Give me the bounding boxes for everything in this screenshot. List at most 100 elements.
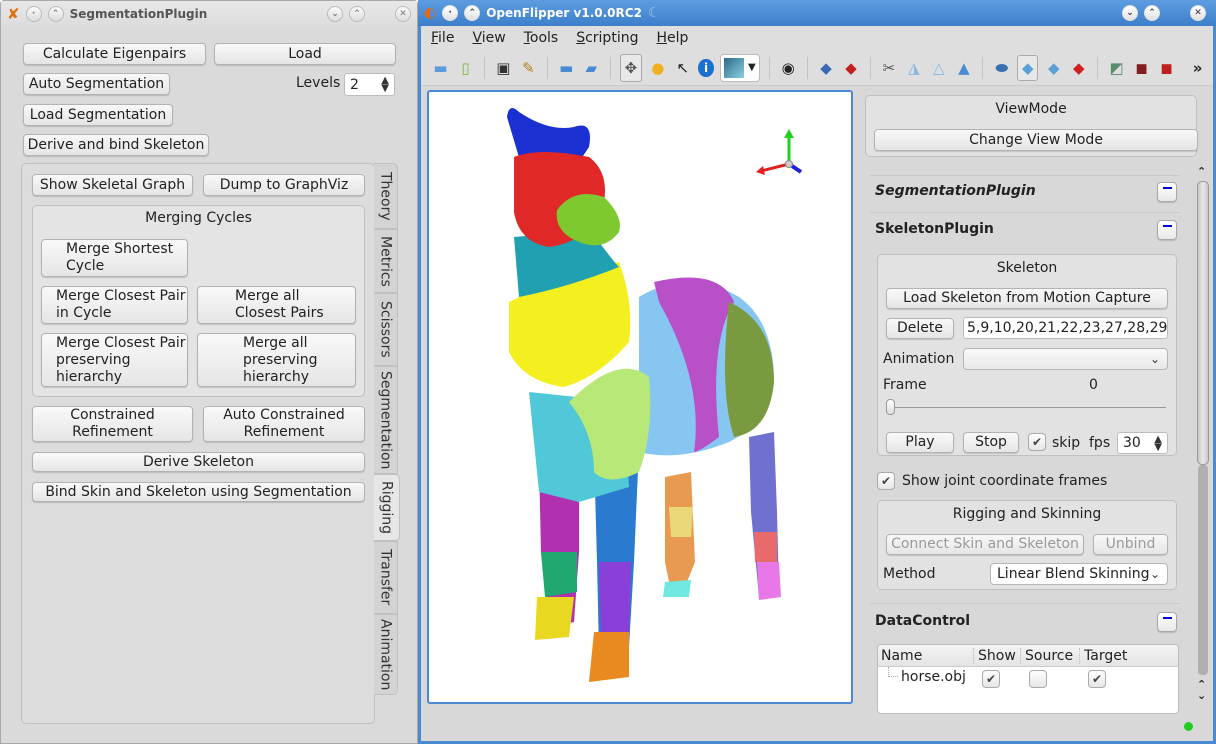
derive-bind-skeleton-button[interactable]: Derive and bind Skeleton — [23, 134, 209, 156]
minimize-button[interactable]: ⌄ — [1122, 5, 1138, 21]
collapse-icon[interactable] — [1157, 220, 1177, 240]
mirror-icon[interactable]: ◮ — [904, 57, 923, 79]
normal-icon[interactable]: ▲ — [954, 57, 973, 79]
menu-scripting[interactable]: Scripting — [576, 30, 638, 46]
shade-button[interactable]: ⌃ — [47, 6, 64, 22]
symmetry-icon[interactable]: △ — [929, 57, 948, 79]
merge-all-preserving-button[interactable]: Merge all preserving hierarchy — [197, 333, 356, 387]
open-recent-icon[interactable]: ▰ — [582, 57, 601, 79]
menu-button[interactable]: · — [442, 5, 459, 21]
load-mocap-button[interactable]: Load Skeleton from Motion Capture — [886, 288, 1168, 309]
cut-icon[interactable]: ✂ — [879, 57, 898, 79]
save-icon[interactable]: ▣ — [494, 57, 513, 79]
tab-metrics[interactable]: Metrics — [374, 229, 398, 293]
merge-all-closest-pairs-button[interactable]: Merge all Closest Pairs — [197, 286, 356, 324]
load-segmentation-button[interactable]: Load Segmentation — [23, 104, 173, 126]
pick-icon[interactable]: ↖ — [673, 57, 692, 79]
show-joint-frames-checkbox[interactable]: ✔ — [877, 472, 895, 490]
menu-help[interactable]: Help — [656, 30, 688, 46]
bind-skin-skeleton-button[interactable]: Bind Skin and Skeleton using Segmentatio… — [32, 482, 365, 502]
move-selection-icon[interactable]: ◆ — [842, 57, 861, 79]
tab-transfer[interactable]: Transfer — [374, 541, 398, 614]
spin-arrows-icon[interactable]: ▲ ▼ — [1154, 435, 1162, 453]
volume-lasso-icon[interactable]: ◼ — [1157, 57, 1176, 79]
source-checkbox[interactable] — [1029, 670, 1047, 688]
play-button[interactable]: Play — [886, 432, 954, 453]
constrained-refinement-button[interactable]: Constrained Refinement — [32, 406, 193, 442]
close-button[interactable]: ✕ — [395, 6, 411, 22]
merge-shortest-cycle-button[interactable]: Merge Shortest Cycle — [41, 239, 188, 277]
animation-select[interactable]: ⌄ — [963, 348, 1168, 370]
calculate-eigenpairs-button[interactable]: Calculate Eigenpairs — [23, 43, 206, 65]
unbind-button[interactable]: Unbind — [1093, 534, 1168, 555]
show-checkbox[interactable]: ✔ — [982, 670, 1000, 688]
menu-view[interactable]: View — [472, 30, 505, 46]
levels-spinbox[interactable]: 2 ▲ ▼ — [344, 73, 395, 96]
selection-pick-icon[interactable]: ◩ — [1107, 57, 1126, 79]
new-file-icon[interactable]: ▯ — [456, 57, 475, 79]
scroll-up-icon[interactable]: ⌃ — [1197, 165, 1206, 178]
auto-constrained-refinement-button[interactable]: Auto Constrained Refinement — [203, 406, 365, 442]
open-folder-icon[interactable]: ▬ — [557, 57, 576, 79]
draw-mode-combo[interactable]: ▼ — [719, 53, 760, 82]
derive-skeleton-button[interactable]: Derive Skeleton — [32, 452, 365, 472]
skeleton-plugin-header[interactable]: SkeletonPlugin — [875, 221, 994, 237]
view-icon[interactable]: ◉ — [779, 57, 798, 79]
connect-skin-skeleton-button[interactable]: Connect Skin and Skeleton — [886, 534, 1084, 555]
maximize-button[interactable]: ⌃ — [349, 6, 365, 22]
skeleton-icon[interactable]: ⬬ — [992, 57, 1011, 79]
light-icon[interactable]: ● — [648, 57, 667, 79]
frame-slider-handle[interactable] — [886, 399, 895, 415]
target-checkbox[interactable]: ✔ — [1088, 670, 1106, 688]
maximize-button[interactable]: ⌃ — [1144, 5, 1160, 21]
tab-animation[interactable]: Animation — [374, 614, 398, 695]
scroll-arrows-icon[interactable]: ⌃ ⌄ — [1197, 679, 1206, 701]
menu-tools[interactable]: Tools — [524, 30, 559, 46]
merge-closest-pair-cycle-button[interactable]: Merge Closest Pair in Cycle — [41, 286, 188, 324]
tab-theory[interactable]: Theory — [374, 163, 398, 229]
face-select-icon[interactable]: ◆ — [1069, 57, 1088, 79]
menu-button[interactable]: · — [25, 6, 42, 22]
auto-segmentation-button[interactable]: Auto Segmentation — [23, 73, 170, 95]
move-icon[interactable]: ✥ — [619, 53, 643, 82]
show-skeletal-graph-button[interactable]: Show Skeletal Graph — [32, 174, 193, 196]
stop-button[interactable]: Stop — [963, 432, 1019, 453]
scrollbar-track[interactable] — [1198, 465, 1208, 675]
load-button[interactable]: Load — [214, 43, 396, 65]
tab-scissors[interactable]: Scissors — [374, 293, 398, 366]
scrollbar-thumb[interactable] — [1197, 181, 1209, 465]
minimize-button[interactable]: ⌄ — [327, 6, 343, 22]
skip-checkbox[interactable]: ✔ — [1028, 433, 1046, 451]
print-icon[interactable]: ▬ — [431, 57, 450, 79]
tab-segmentation[interactable]: Segmentation — [374, 366, 398, 474]
dump-graphviz-button[interactable]: Dump to GraphViz — [203, 174, 365, 196]
tab-rigging[interactable]: Rigging — [374, 474, 400, 541]
object-tree[interactable]: Name Show Source Target horse.obj ✔ ✔ — [877, 644, 1179, 714]
info-icon[interactable]: i — [698, 58, 714, 77]
collapse-icon[interactable] — [1157, 612, 1177, 632]
frame-slider-track[interactable] — [888, 407, 1166, 408]
menu-file[interactable]: File — [431, 30, 454, 46]
vertex-select-icon[interactable]: ◆ — [1017, 54, 1039, 81]
edge-select-icon[interactable]: ◆ — [1044, 57, 1063, 79]
spin-arrows-icon[interactable]: ▲ ▼ — [381, 76, 389, 94]
toolbox-scrollbar[interactable]: ⌃ ⌃ ⌄ — [1195, 163, 1211, 713]
save-as-icon[interactable]: ✎ — [519, 57, 538, 79]
column-header-show[interactable]: Show — [974, 647, 1021, 664]
close-button[interactable]: ✕ — [1190, 5, 1206, 21]
segmentation-plugin-header[interactable]: SegmentationPlugin — [875, 183, 1036, 199]
merge-closest-pair-preserving-button[interactable]: Merge Closest Pair preserving hierarchy — [41, 333, 188, 387]
column-header-source[interactable]: Source — [1021, 647, 1080, 664]
change-view-mode-button[interactable]: Change View Mode — [874, 129, 1198, 151]
method-select[interactable]: Linear Blend Skinning ⌄ — [990, 563, 1168, 585]
datacontrol-header[interactable]: DataControl — [875, 613, 970, 629]
tree-row[interactable]: horse.obj ✔ ✔ — [878, 667, 1178, 691]
toolbar-overflow-button[interactable]: » — [1188, 57, 1207, 79]
fps-spinbox[interactable]: 30 ▲ ▼ — [1117, 432, 1168, 454]
3d-viewport[interactable] — [427, 90, 853, 704]
shade-button[interactable]: ⌃ — [464, 5, 481, 21]
joint-list-input[interactable]: 5,9,10,20,21,22,23,27,28,29,30 — [963, 317, 1168, 339]
column-header-target[interactable]: Target — [1080, 648, 1127, 664]
move-object-icon[interactable]: ◆ — [817, 57, 836, 79]
collapse-icon[interactable] — [1157, 182, 1177, 202]
